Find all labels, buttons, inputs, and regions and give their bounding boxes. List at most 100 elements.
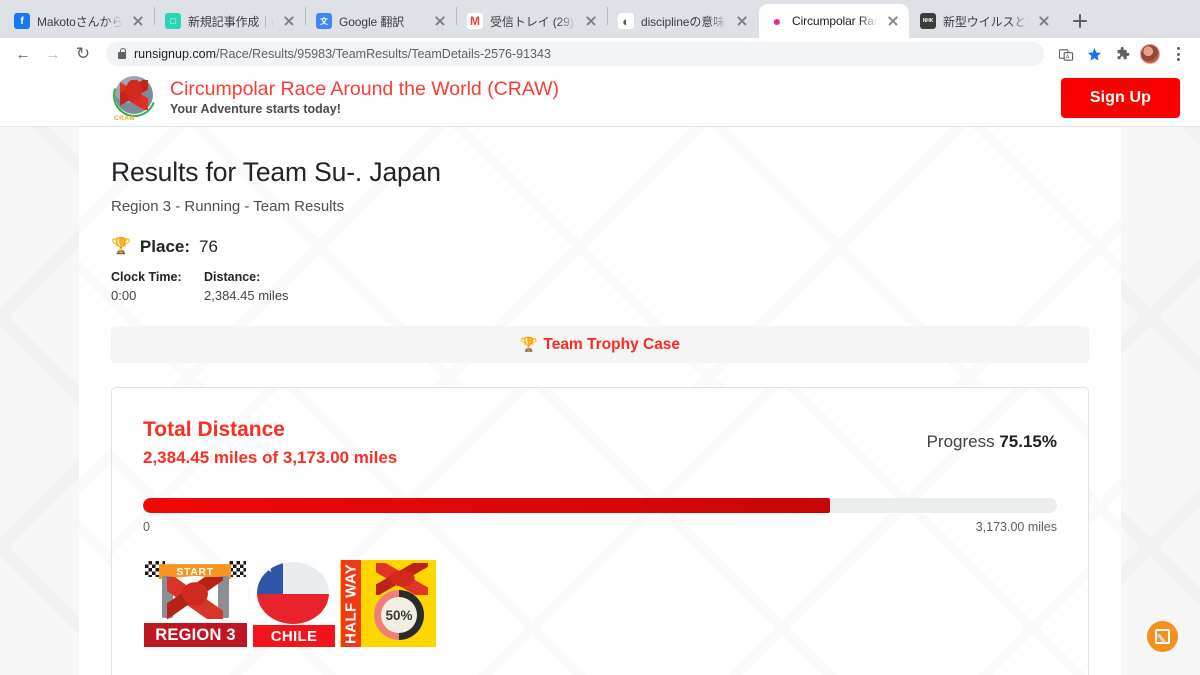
sign-up-button[interactable]: Sign Up <box>1060 78 1180 118</box>
stat-distance: Distance: 2,384.45 miles <box>204 270 289 303</box>
bar-start-label: 0 <box>143 520 150 535</box>
page-subtitle: Region 3 - Running - Team Results <box>111 198 345 215</box>
chile-flag-ball-icon <box>257 562 329 625</box>
new-tab-button[interactable] <box>1066 7 1094 35</box>
tab-title: 新型ウイルスと抗マ <box>943 14 1029 29</box>
stat-value: 0:00 <box>111 288 137 303</box>
url-host: runsignup.com <box>134 47 216 61</box>
progress-label: Progress 75.15% <box>927 432 1057 452</box>
brand-subtitle: Your Adventure starts today! <box>170 101 341 116</box>
stat-value: 2,384.45 miles <box>204 288 289 303</box>
results-content-card: Results for Team Su-. Japan Region 3 - R… <box>79 127 1121 675</box>
reload-button[interactable]: ↻ <box>70 41 96 67</box>
craw-logo-icon[interactable]: CRAW <box>105 70 163 124</box>
browser-tab[interactable]: M 受信トレイ (29) - mil <box>457 4 607 38</box>
progress-bar-fill <box>143 498 830 514</box>
browser-toolbar: ← → ↻ runsignup.com/Race/Results/95983/T… <box>0 38 1200 70</box>
progress-bar-wrapper: 0 3,173.00 miles <box>143 498 1057 534</box>
browser-tab[interactable]: ◐ disciplineの意味・使 <box>608 4 758 38</box>
facebook-icon: f <box>14 13 30 29</box>
country-badge-label: CHILE <box>253 625 335 648</box>
feedback-button[interactable] <box>1147 621 1178 652</box>
progress-value: 75.15% <box>999 432 1057 451</box>
back-button[interactable]: ← <box>10 41 36 67</box>
edit-pencil-icon <box>1155 629 1170 644</box>
bar-end-label: 3,173.00 miles <box>975 520 1057 535</box>
brand-block: Circumpolar Race Around the World (CRAW)… <box>170 78 559 117</box>
country-badge[interactable]: CHILE <box>251 560 337 648</box>
note-icon: □ <box>165 13 181 29</box>
progress-bar-track <box>143 498 1057 514</box>
crab-shape <box>120 80 148 110</box>
forward-button[interactable]: → <box>40 41 66 67</box>
close-icon[interactable] <box>734 13 750 29</box>
browser-tab[interactable]: NHK 新型ウイルスと抗マ <box>910 4 1060 38</box>
region-badge[interactable]: START REGION 3 <box>143 560 248 648</box>
tab-title: Google 翻訳 <box>339 14 405 29</box>
page-viewport: CRAW Circumpolar Race Around the World (… <box>0 70 1200 675</box>
translate-icon[interactable]: A <box>1054 42 1078 66</box>
dictionary-icon: ◐ <box>618 13 634 29</box>
browser-tab[interactable]: □ 新規記事作成｜note <box>155 4 305 38</box>
halfway-percent-label: 50% <box>385 607 413 623</box>
place-label: Place: <box>139 237 191 256</box>
crab-icon <box>167 577 223 620</box>
site-header: CRAW Circumpolar Race Around the World (… <box>0 70 1200 127</box>
url-text: runsignup.com/Race/Results/95983/TeamRes… <box>134 47 551 61</box>
close-icon[interactable] <box>1036 13 1052 29</box>
tab-title: 新規記事作成｜note <box>188 14 274 29</box>
kebab-dot <box>1176 47 1180 50</box>
trophy-icon: 🏆 <box>519 336 538 352</box>
close-icon[interactable] <box>583 13 599 29</box>
close-icon[interactable] <box>432 13 448 29</box>
brand-title[interactable]: Circumpolar Race Around the World (CRAW) <box>170 78 559 100</box>
progress-bar-axis: 0 3,173.00 miles <box>143 520 1057 534</box>
page-title: Results for Team Su-. Japan <box>111 157 441 187</box>
bookmark-star-icon[interactable] <box>1082 42 1106 66</box>
halfway-side-label: HALF WAY <box>341 560 361 648</box>
progress-prefix: Progress <box>926 432 1000 451</box>
distance-subtitle: 2,384.45 miles of 3,173.00 miles <box>143 448 398 468</box>
halfway-badge[interactable]: HALF WAY 50% <box>340 560 436 648</box>
place-value: 76 <box>199 237 218 256</box>
tab-title: Circumpolar Race Ar <box>792 14 878 28</box>
google-translate-icon: 文 <box>316 13 332 29</box>
tab-title: disciplineの意味・使 <box>641 14 727 29</box>
progress-ring-icon: 50% <box>374 590 424 641</box>
profile-avatar[interactable] <box>1138 42 1162 66</box>
kebab-dot <box>1176 52 1180 56</box>
close-icon[interactable] <box>885 13 901 29</box>
total-distance-panel: Total Distance 2,384.45 miles of 3,173.0… <box>111 387 1089 675</box>
tab-strip: f Makotoさんからメッ □ 新規記事作成｜note 文 Google 翻訳… <box>0 0 1200 38</box>
trophy-case-label: Team Trophy Case <box>543 335 681 353</box>
browser-window: f Makotoさんからメッ □ 新規記事作成｜note 文 Google 翻訳… <box>0 0 1200 675</box>
stats-row: Clock Time: 0:00 Distance: 2,384.45 mile… <box>111 270 1089 303</box>
stat-clock-time: Clock Time: 0:00 <box>111 270 204 303</box>
logo-wordmark: CRAW <box>114 115 136 122</box>
trophy-icon: 🏆 <box>111 238 131 255</box>
close-icon[interactable] <box>281 13 297 29</box>
kebab-dot <box>1176 58 1180 61</box>
region-badge-label: REGION 3 <box>144 623 247 648</box>
browser-tab[interactable]: 文 Google 翻訳 <box>306 4 456 38</box>
close-icon[interactable] <box>130 13 146 29</box>
badges-row: START REGION 3 CHILE HALF WAY 50% <box>143 560 1057 648</box>
craw-icon: ● <box>769 13 785 29</box>
nhk-icon: NHK <box>920 13 936 29</box>
puzzle-extensions-icon[interactable] <box>1110 42 1134 66</box>
browser-tab[interactable]: f Makotoさんからメッ <box>4 4 154 38</box>
chrome-menu-icon[interactable] <box>1166 42 1190 66</box>
place-row: 🏆 Place: 76 <box>111 237 1089 257</box>
browser-tab-active[interactable]: ● Circumpolar Race Ar <box>759 4 909 38</box>
lock-icon <box>118 47 127 59</box>
distance-header: Total Distance 2,384.45 miles of 3,173.0… <box>143 416 1057 470</box>
team-trophy-case-button[interactable]: 🏆 Team Trophy Case <box>111 326 1089 363</box>
distance-text-block: Total Distance 2,384.45 miles of 3,173.0… <box>143 416 397 470</box>
address-bar[interactable]: runsignup.com/Race/Results/95983/TeamRes… <box>106 42 1044 66</box>
stat-label: Clock Time: <box>111 270 182 284</box>
svg-text:A: A <box>1065 54 1069 60</box>
tab-title: Makotoさんからメッ <box>37 14 123 29</box>
stat-label: Distance: <box>204 270 261 284</box>
url-path: /Race/Results/95983/TeamResults/TeamDeta… <box>216 47 551 61</box>
avatar[interactable] <box>1140 44 1160 64</box>
